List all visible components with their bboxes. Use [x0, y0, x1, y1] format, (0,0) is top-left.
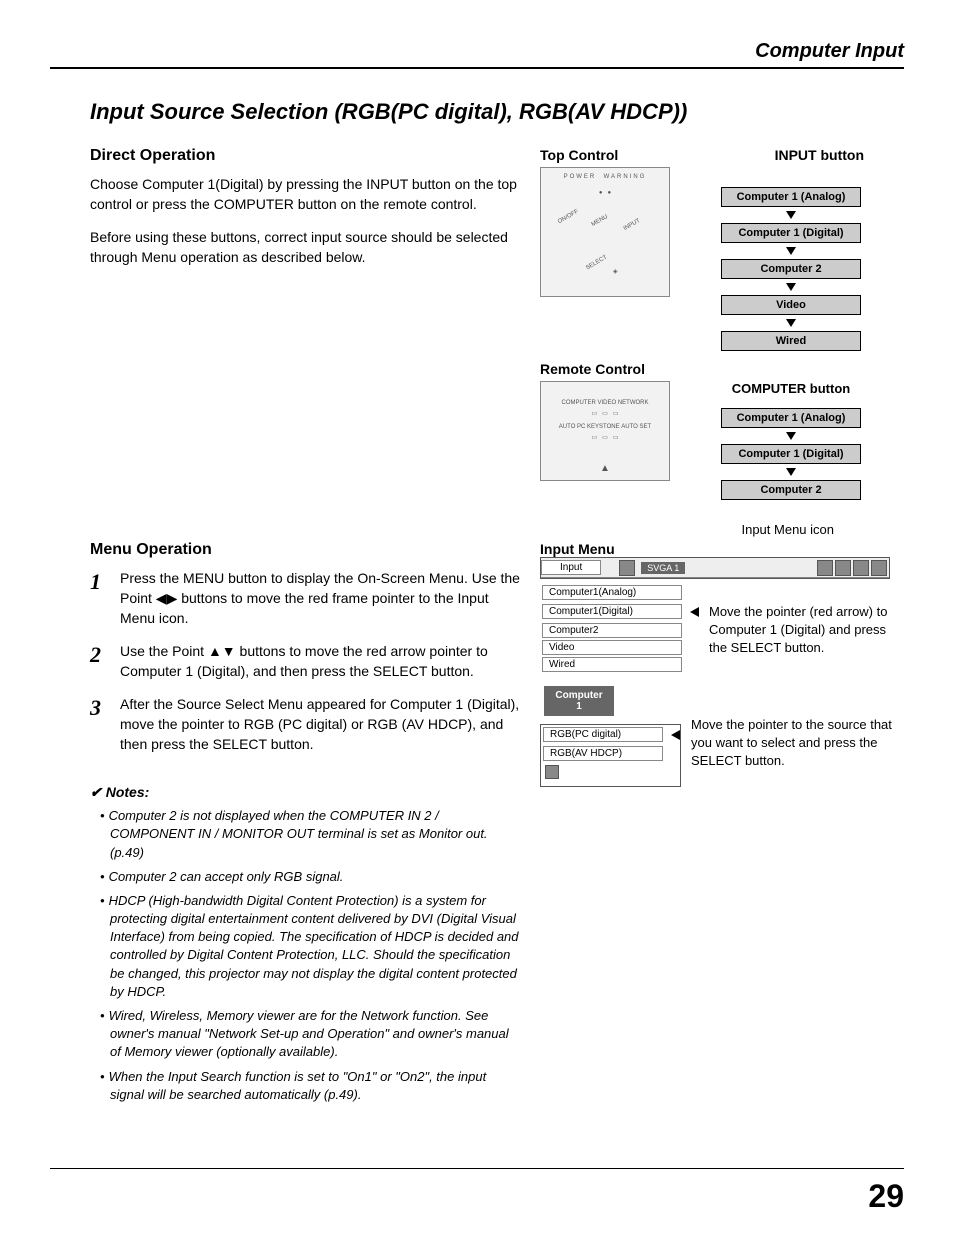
arrow-down-icon [786, 283, 796, 291]
step-text: After the Source Select Menu appeared fo… [120, 695, 520, 754]
toolbar-icon [835, 560, 851, 576]
page-number: 29 [868, 1178, 904, 1215]
menu-operation-heading: Menu Operation [90, 541, 520, 559]
input-menu-screenshot: Input SVGA 1 [540, 557, 890, 579]
input-chain: Computer 1 (Analog) Computer 1 (Digital)… [678, 167, 904, 351]
section-title: Computer Input [755, 40, 904, 62]
chain-item: Computer 1 (Analog) [721, 187, 861, 207]
note-item: When the Input Search function is set to… [90, 1068, 520, 1104]
source-select-menu: RGB(PC digital) RGB(AV HDCP) [540, 724, 681, 787]
menu-item-selected: Computer1(Digital) [542, 604, 682, 619]
step-text: Press the MENU button to display the On-… [120, 569, 520, 628]
note-item: Computer 2 is not displayed when the COM… [90, 807, 520, 862]
step-1: 1 Press the MENU button to display the O… [90, 569, 520, 628]
arrow-down-icon [786, 247, 796, 255]
note-item: HDCP (High-bandwidth Digital Content Pro… [90, 892, 520, 1001]
step-text: Use the Point ▲▼ buttons to move the red… [120, 642, 520, 681]
computer-button-label: COMPUTER button [678, 381, 904, 396]
chain-item: Computer 1 (Digital) [721, 223, 861, 243]
computer-chain: COMPUTER button Computer 1 (Analog) Comp… [678, 381, 904, 500]
caption-1: Move the pointer (red arrow) to Computer… [709, 603, 904, 658]
direct-operation-p1: Choose Computer 1(Digital) by pressing t… [90, 175, 520, 214]
menu-item: Wired [542, 657, 682, 672]
menu-item: Computer1(Analog) [542, 585, 682, 600]
step-number: 3 [90, 695, 120, 754]
step-2: 2 Use the Point ▲▼ buttons to move the r… [90, 642, 520, 681]
svga-label: SVGA 1 [641, 562, 685, 574]
step-number: 2 [90, 642, 120, 681]
step-3: 3 After the Source Select Menu appeared … [90, 695, 520, 754]
direct-operation-heading: Direct Operation [90, 147, 520, 165]
pointer-arrow-icon [671, 730, 680, 740]
page-title: Input Source Selection (RGB(PC digital),… [50, 99, 904, 125]
chain-item: Computer 1 (Digital) [721, 444, 861, 464]
chain-item: Wired [721, 331, 861, 351]
arrow-down-icon [786, 319, 796, 327]
chain-item: Computer 1 (Analog) [721, 408, 861, 428]
note-item: Computer 2 can accept only RGB signal. [90, 868, 520, 886]
pointer-arrow-icon [690, 607, 699, 617]
section-header: Computer Input [50, 40, 904, 69]
computer-tab: Computer 1 [544, 686, 614, 716]
input-menu-icon-label: Input Menu icon [540, 522, 904, 537]
chain-item: Computer 2 [721, 259, 861, 279]
toolbar-icon [853, 560, 869, 576]
input-menu-label: Input Menu [540, 541, 904, 557]
return-icon [545, 765, 559, 779]
input-menu-list: Computer1(Analog) Computer1(Digital) Com… [540, 583, 699, 674]
direct-operation-p2: Before using these buttons, correct inpu… [90, 228, 520, 267]
menu-tab: Input [541, 560, 601, 575]
footer-rule [50, 1168, 904, 1169]
note-item: Wired, Wireless, Memory viewer are for t… [90, 1007, 520, 1062]
toolbar-icon [817, 560, 833, 576]
source-item: RGB(AV HDCP) [543, 746, 663, 761]
arrow-down-icon [786, 432, 796, 440]
arrow-down-icon [786, 211, 796, 219]
chain-item: Computer 2 [721, 480, 861, 500]
right-column: Top Control INPUT button POWER WARNING ●… [540, 147, 904, 1110]
input-button-label: INPUT button [775, 147, 864, 163]
top-control-label: Top Control [540, 147, 618, 163]
source-item: RGB(PC digital) [543, 727, 663, 742]
toolbar-icon [871, 560, 887, 576]
menu-item: Computer2 [542, 623, 682, 638]
menu-item: Video [542, 640, 682, 655]
remote-control-label: Remote Control [540, 361, 904, 377]
arrow-down-icon [786, 468, 796, 476]
left-column: Direct Operation Choose Computer 1(Digit… [90, 147, 520, 1110]
input-menu-icon [619, 560, 635, 576]
caption-2: Move the pointer to the source that you … [691, 716, 904, 771]
notes-heading: Notes: [90, 784, 520, 801]
remote-control-diagram: COMPUTER VIDEO NETWORK ▭ ▭ ▭ AUTO PC KEY… [540, 381, 670, 481]
top-control-diagram: POWER WARNING ● ● ON/OFF MENU INPUT SELE… [540, 167, 670, 297]
chain-item: Video [721, 295, 861, 315]
step-number: 1 [90, 569, 120, 628]
